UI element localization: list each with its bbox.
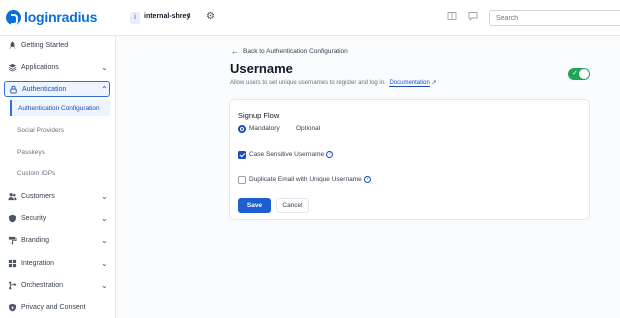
page-title: Username [230, 61, 293, 76]
chevron-up-icon: ⌃ [101, 84, 108, 94]
chevron-down-icon: ⌄ [101, 62, 108, 72]
back-link[interactable]: ← Back to Authentication Configuration [231, 47, 348, 56]
sidebar-subitem-authentication-configuration[interactable]: Authentication Configuration [10, 100, 110, 116]
sidebar-item-branding[interactable]: Branding ⌄ [0, 231, 116, 249]
top-bar: loginradius i internal-shrey ⇕ ⚙ [0, 0, 620, 36]
case-sensitive-label: Case Sensitive Username? [249, 151, 334, 158]
sidebar-item-label: Security [21, 214, 47, 222]
app-chip: i [130, 12, 140, 24]
gear-icon[interactable]: ⚙ [206, 11, 215, 22]
radio-mandatory-label[interactable]: Mandatory [249, 125, 280, 132]
layers-icon [8, 63, 17, 72]
sidebar-item-label: Integration [21, 259, 55, 267]
app-switcher-name[interactable]: internal-shrey [144, 13, 190, 20]
chevron-down-icon: ⌄ [101, 280, 108, 290]
paint-roller-icon [8, 236, 17, 245]
rocket-icon [8, 40, 17, 50]
cancel-button[interactable]: Cancel [276, 198, 309, 213]
duplicate-email-checkbox[interactable] [238, 176, 246, 184]
shield-icon [8, 214, 17, 223]
check-icon: ✓ [572, 70, 578, 77]
sidebar-item-label: Getting Started [21, 41, 69, 49]
sidebar-item-getting-started[interactable]: Getting Started [0, 36, 116, 54]
card-title: Signup Flow [238, 111, 280, 120]
sidebar-item-label: Applications [21, 63, 59, 71]
users-icon [8, 192, 17, 201]
sidebar-item-label: Privacy and Consent [21, 303, 86, 311]
signup-flow-card: Signup Flow Mandatory Optional Case Sens… [229, 99, 590, 220]
help-icon[interactable]: ? [326, 151, 334, 158]
chevron-down-icon: ⌄ [101, 191, 108, 201]
sidebar: Getting Started Applications ⌄ Authentic… [0, 36, 116, 318]
brand-logo[interactable]: loginradius [6, 9, 97, 25]
sidebar-item-label: Branding [21, 236, 50, 244]
sidebar-item-integration[interactable]: Integration ⌄ [0, 254, 116, 272]
sidebar-item-customers[interactable]: Customers ⌄ [0, 187, 116, 205]
brand-name: loginradius [24, 9, 98, 25]
sidebar-item-label: Customers [21, 192, 55, 200]
sidebar-subitem-passkeys[interactable]: Passkeys [10, 144, 110, 160]
page-description-text: Allow users to set unique usernames to r… [230, 80, 386, 86]
sidebar-subitem-social-providers[interactable]: Social Providers [10, 122, 110, 138]
help-icon[interactable]: ? [363, 176, 371, 183]
username-enabled-toggle[interactable]: ✓ [568, 68, 590, 80]
workflow-icon [8, 281, 17, 290]
case-sensitive-checkbox[interactable] [238, 151, 246, 159]
documentation-link[interactable]: Documentation ↗ [389, 80, 437, 87]
sidebar-item-security[interactable]: Security ⌄ [0, 209, 116, 227]
radio-optional-label[interactable]: Optional [296, 125, 320, 132]
toggle-knob [579, 69, 589, 79]
back-link-label: Back to Authentication Configuration [243, 48, 348, 55]
duplicate-email-label: Duplicate Email with Unique Username? [249, 176, 371, 183]
sidebar-subitem-custom-idps[interactable]: Custom IDPs [10, 165, 110, 181]
sidebar-item-label: Orchestration [21, 281, 64, 289]
sidebar-item-privacy-and-consent[interactable]: Privacy and Consent [0, 298, 116, 316]
loginradius-logo-icon [6, 9, 21, 25]
arrow-left-icon: ← [231, 47, 239, 56]
sidebar-item-label: Authentication [22, 85, 67, 93]
sidebar-item-authentication[interactable]: Authentication ⌃ [4, 81, 110, 97]
chevron-down-icon: ⌄ [101, 213, 108, 223]
search-input[interactable] [489, 10, 620, 26]
sidebar-item-applications[interactable]: Applications ⌄ [0, 58, 116, 76]
page-description: Allow users to set unique usernames to r… [230, 79, 437, 87]
chevron-updown-icon[interactable]: ⇕ [186, 12, 192, 20]
shield-lock-icon [8, 303, 17, 312]
book-icon[interactable] [447, 11, 459, 22]
external-link-icon: ↗ [431, 80, 437, 86]
chat-icon[interactable] [468, 11, 480, 22]
lock-icon [9, 85, 18, 94]
chevron-down-icon: ⌄ [101, 258, 108, 268]
radio-mandatory[interactable] [238, 125, 246, 133]
save-button[interactable]: Save [238, 198, 271, 213]
chevron-down-icon: ⌄ [101, 235, 108, 245]
sidebar-item-orchestration[interactable]: Orchestration ⌄ [0, 276, 116, 294]
grid-icon [8, 259, 17, 268]
